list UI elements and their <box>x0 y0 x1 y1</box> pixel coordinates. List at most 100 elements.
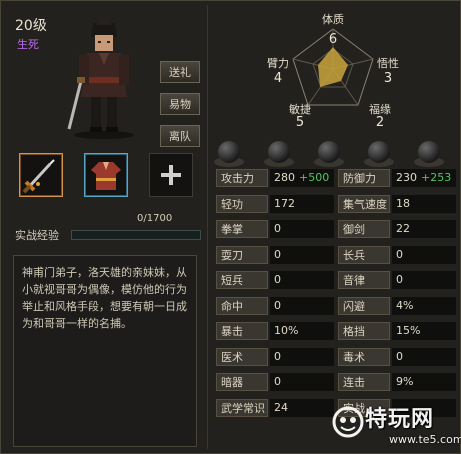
stat-value-text: 0 <box>274 375 281 388</box>
stat-value: 15% <box>392 322 456 340</box>
character-description: 神甫门弟子，洛天雄的亲妹妹，从小就视哥哥为偶像，模仿他的行为举止和风格手段，想要… <box>13 255 197 447</box>
radar-label: 福缘 <box>369 102 391 116</box>
skill-orb-slot[interactable] <box>318 141 340 163</box>
stat-row: 拳掌 0 <box>216 220 334 238</box>
stat-row: 连击 9% <box>338 373 456 391</box>
stat-value: 0 <box>270 245 334 264</box>
stat-value-text: 0 <box>274 298 281 312</box>
character-portrait <box>67 19 134 139</box>
stat-name: 耍刀 <box>216 245 268 264</box>
skill-orb-slot[interactable] <box>218 141 240 163</box>
radar-label: 悟性 <box>377 56 399 70</box>
armor-slot[interactable] <box>84 153 128 197</box>
stat-row: 医术 0 <box>216 347 334 366</box>
stat-value-text: 230 <box>396 171 417 184</box>
stat-value-text: 22 <box>396 222 410 235</box>
stat-row: 暗器 0 <box>216 373 334 391</box>
stat-value: 0 <box>270 220 334 238</box>
stat-value: 18 <box>392 194 456 213</box>
radar-value: 4 <box>274 71 282 86</box>
radar-value: 6 <box>329 32 337 47</box>
stat-row: 耍刀 0 <box>216 245 334 264</box>
leave-party-button[interactable]: 离队 <box>160 125 200 147</box>
stat-row: 防御力 230 +253 <box>338 169 456 187</box>
stat-value: 10% <box>270 322 334 340</box>
watermark-text: 特玩网 <box>365 407 435 432</box>
watermark-url: www.te5.com <box>389 433 461 446</box>
stat-value-text: 0 <box>396 273 403 286</box>
skill-orb-slot[interactable] <box>268 141 290 163</box>
stat-value: 0 <box>270 373 334 391</box>
stat-value-text: 15% <box>396 324 421 337</box>
experience-label: 实战经验 <box>15 229 59 242</box>
watermark: 特玩网 www.te5.com <box>329 401 461 451</box>
stat-name: 武学常识 <box>216 398 268 417</box>
stat-value: 172 <box>270 194 334 213</box>
stat-value: 9% <box>392 373 456 391</box>
stat-name: 连击 <box>338 373 390 391</box>
stat-value: 0 <box>270 347 334 366</box>
stat-value: 24 <box>270 398 334 417</box>
add-icon <box>161 165 181 185</box>
stat-value-text: 0 <box>274 222 281 235</box>
radar-value: 3 <box>384 71 392 86</box>
robe-icon <box>91 162 121 190</box>
character-realm: 生死 <box>17 38 39 51</box>
stat-row: 轻功 172 <box>216 194 334 213</box>
stat-name: 短兵 <box>216 271 268 289</box>
stat-bonus: +253 <box>421 171 452 184</box>
radar-label: 臂力 <box>267 57 289 70</box>
stat-row: 短兵 0 <box>216 271 334 289</box>
stat-name: 医术 <box>216 347 268 366</box>
stat-name: 闪避 <box>338 296 390 315</box>
trade-button[interactable]: 易物 <box>160 93 200 115</box>
stat-value: 22 <box>392 220 456 238</box>
stat-value-text: 10% <box>274 324 299 337</box>
stat-value: 0 <box>392 347 456 366</box>
experience-bar <box>71 230 201 240</box>
radar-label: 敏捷 <box>289 102 311 116</box>
empty-equipment-slot[interactable] <box>149 153 193 197</box>
stat-row: 长兵 0 <box>338 245 456 264</box>
stat-value-text: 0 <box>396 349 403 363</box>
stat-row: 御剑 22 <box>338 220 456 238</box>
stat-row: 攻击力 280 +500 <box>216 169 334 187</box>
stat-name: 集气速度 <box>338 194 390 213</box>
stat-value-text: 280 <box>274 171 295 184</box>
stat-value: 230 +253 <box>392 169 456 187</box>
stat-value-text: 0 <box>274 273 281 286</box>
stat-value-text: 172 <box>274 196 295 210</box>
weapon-slot[interactable] <box>19 153 63 197</box>
stat-value-text: 0 <box>396 247 403 261</box>
stat-row: 闪避 4% <box>338 296 456 315</box>
stat-row: 武学常识 24 <box>216 398 334 417</box>
stat-value-text: 9% <box>396 375 414 388</box>
stat-value: 0 <box>392 271 456 289</box>
character-level: 20级 <box>15 18 47 34</box>
stat-row: 格挡 15% <box>338 322 456 340</box>
stat-name: 命中 <box>216 296 268 315</box>
skill-orb-slot[interactable] <box>368 141 390 163</box>
stat-name: 暴击 <box>216 322 268 340</box>
radar-value-area <box>318 47 348 87</box>
stat-name: 御剑 <box>338 220 390 238</box>
radar-label: 体质 <box>322 12 344 26</box>
stat-row: 毒术 0 <box>338 347 456 366</box>
stat-name: 格挡 <box>338 322 390 340</box>
watermark-logo-icon <box>332 406 364 438</box>
stat-value-text: 0 <box>274 247 281 261</box>
gift-button[interactable]: 送礼 <box>160 61 200 83</box>
stat-value: 280 +500 <box>270 169 334 187</box>
stat-value-text: 18 <box>396 196 410 210</box>
stat-name: 长兵 <box>338 245 390 264</box>
stat-value: 4% <box>392 296 456 315</box>
skill-orb-slot[interactable] <box>418 141 440 163</box>
stat-value-text: 4% <box>396 298 414 312</box>
attributes-panel: 体质 6 悟性 3 福缘 2 敏捷 5 臂力 4 攻击力 280 +500 轻功 172… <box>207 5 459 449</box>
sword-icon <box>22 159 55 194</box>
character-panel: 20级 生死 送礼 易物 离队 0/1700 实战经验 神甫门弟子，洛天雄的亲妹… <box>0 0 461 454</box>
radar-value: 2 <box>376 115 384 127</box>
stat-name: 防御力 <box>338 169 390 187</box>
attribute-radar-chart: 体质 6 悟性 3 福缘 2 敏捷 5 臂力 4 <box>267 12 399 127</box>
stat-name: 拳掌 <box>216 220 268 238</box>
